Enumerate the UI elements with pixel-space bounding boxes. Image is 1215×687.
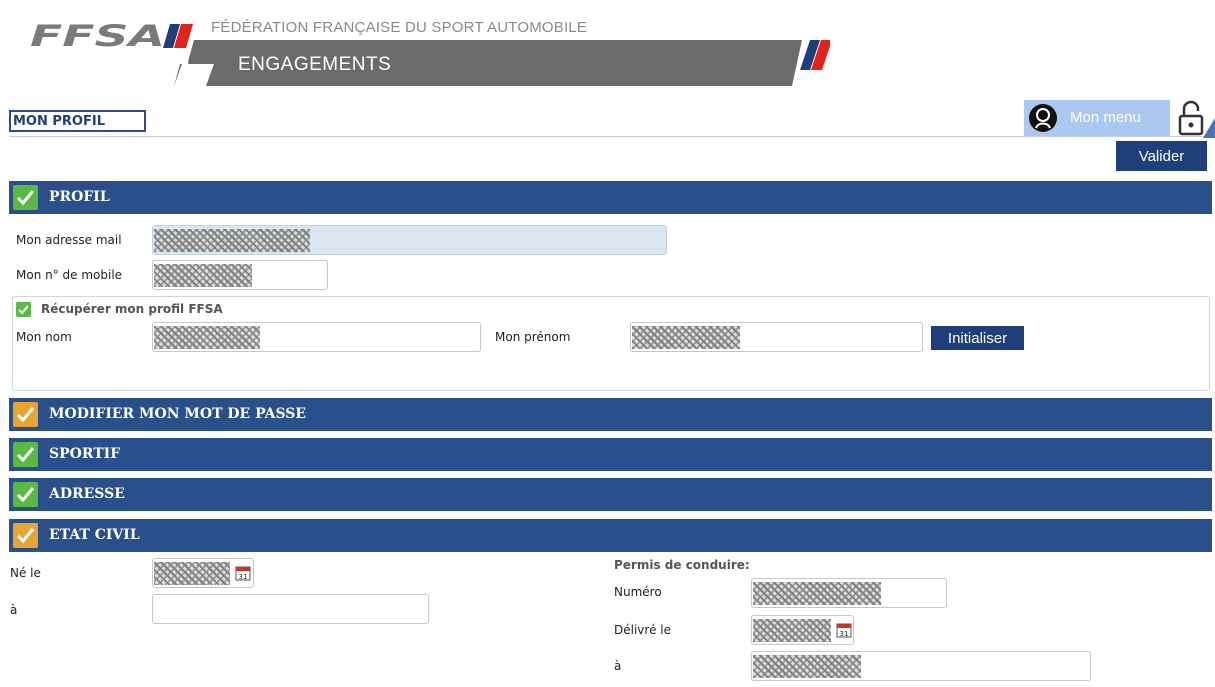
section-profil-label: PROFIL [49, 189, 110, 205]
ne-le-label: Né le [10, 566, 41, 580]
masked-value [154, 229, 310, 252]
unlock-icon[interactable] [1176, 100, 1206, 136]
title-divider [9, 136, 1209, 137]
birth-place-field[interactable] [152, 594, 429, 624]
valider-button[interactable]: Valider [1116, 141, 1207, 171]
prenom-field[interactable] [630, 322, 923, 352]
birth-date-field[interactable]: 31 [152, 558, 254, 588]
recover-checkbox[interactable] [16, 302, 31, 317]
prenom-label: Mon prénom [495, 330, 571, 344]
check-icon [13, 402, 38, 427]
permis-numero-field[interactable] [751, 578, 947, 608]
section-sportif-label: SPORTIF [49, 446, 121, 462]
section-etat-civil-label: ETAT CIVIL [49, 527, 140, 543]
masked-value [753, 655, 861, 678]
check-icon [13, 523, 38, 548]
federation-name: FÉDÉRATION FRANÇAISE DU SPORT AUTOMOBILE [211, 19, 588, 36]
masked-value [632, 326, 740, 349]
section-adresse[interactable]: ADRESSE [9, 478, 1212, 511]
page-title: MON PROFIL [9, 110, 146, 132]
section-etat-civil[interactable]: ETAT CIVIL [9, 519, 1212, 552]
user-avatar-icon [1029, 104, 1057, 132]
initialiser-button[interactable]: Initialiser [931, 326, 1024, 350]
email-field[interactable] [152, 225, 667, 255]
corner-triangle [1203, 118, 1215, 138]
banner-title: ENGAGEMENTS [238, 54, 392, 75]
section-mot-de-passe[interactable]: MODIFIER MON MOT DE PASSE [9, 398, 1212, 431]
mobile-label: Mon n° de mobile [16, 268, 123, 282]
permis-title: Permis de conduire: [614, 558, 750, 572]
nom-field[interactable] [152, 322, 481, 352]
calendar-icon[interactable]: 31 [836, 622, 852, 638]
section-profil[interactable]: PROFIL [9, 181, 1212, 214]
section-mot-de-passe-label: MODIFIER MON MOT DE PASSE [49, 406, 307, 422]
check-icon [13, 482, 38, 507]
masked-value [753, 582, 881, 605]
mobile-field[interactable] [152, 260, 328, 290]
mon-menu-button[interactable]: Mon menu [1024, 100, 1170, 136]
masked-value [753, 619, 831, 642]
permis-date-field[interactable]: 31 [751, 615, 854, 645]
svg-text:31: 31 [840, 630, 849, 638]
section-sportif[interactable]: SPORTIF [9, 438, 1212, 471]
birth-place-label: à [10, 603, 18, 617]
calendar-icon[interactable]: 31 [235, 565, 251, 581]
svg-text:FFSA: FFSA [30, 22, 165, 50]
nom-label: Mon nom [16, 330, 72, 344]
masked-value [154, 326, 260, 349]
check-icon [13, 442, 38, 467]
delivre-label: Délivré le [614, 623, 671, 637]
recover-label: Récupérer mon profil FFSA [41, 302, 223, 316]
permis-place-field[interactable] [751, 651, 1091, 681]
numero-label: Numéro [614, 585, 662, 599]
email-label: Mon adresse mail [16, 233, 122, 247]
mon-menu-label: Mon menu [1070, 109, 1141, 126]
check-icon [13, 185, 38, 210]
section-adresse-label: ADRESSE [49, 486, 125, 502]
permis-place-label: à [614, 659, 622, 673]
svg-text:31: 31 [239, 573, 248, 581]
masked-value [154, 562, 230, 585]
masked-value [154, 264, 252, 287]
